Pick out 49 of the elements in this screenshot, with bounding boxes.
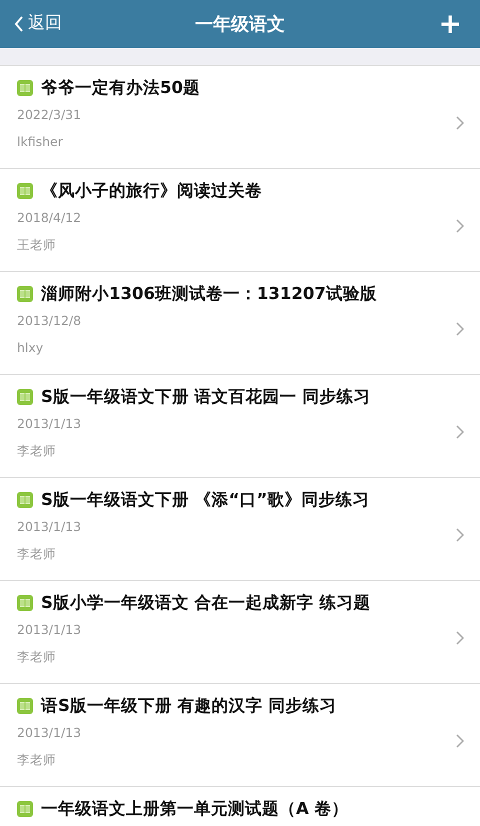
item-author: 李老师 [17,442,57,460]
item-date: 2013/1/13 [17,724,82,742]
item-author: hlxy [17,338,44,357]
item-date: 2013/1/13 [17,620,82,639]
item-title: S版小学一年级语文 合在一起成新字 练习题 [41,593,370,613]
document-icon [17,698,33,714]
chevron-icon [456,631,464,645]
chevron-icon [456,528,464,542]
item-date: 2013/1/13 [17,414,82,433]
document-icon [17,182,33,199]
list-item[interactable]: 爷爷一定有办法50题 2022/3/31 lkfisher [0,66,480,169]
item-author: lkfisher [17,132,64,151]
document-icon [17,388,33,405]
add-button[interactable]: + [428,10,472,38]
item-title: 语S版一年级下册 有趣的汉字 同步练习 [41,696,336,716]
item-date: 2013/12/8 [17,312,82,330]
chevron-icon [456,219,464,233]
item-author: 李老师 [17,544,57,563]
chevron-icon [456,425,464,439]
list-item[interactable]: 语S版一年级下册 有趣的汉字 同步练习 2013/1/13 李老师 [0,684,480,787]
list-item[interactable]: 淄师附小1306班测试卷一：131207试验版 2013/12/8 hlxy [0,272,480,375]
item-date: 2022/3/31 [17,106,82,124]
item-author: 王老师 [17,236,57,254]
item-title: 《风小子的旅行》阅读过关卷 [41,181,262,201]
chevron-icon [456,116,464,130]
list-item[interactable]: S版小学一年级语文 合在一起成新字 练习题 2013/1/13 李老师 [0,581,480,684]
page-title: 一年级语文 [195,12,285,36]
document-icon [17,80,33,96]
document-icon [17,594,33,611]
list-item[interactable]: S版一年级语文下册 语文百花园一 同步练习 2013/1/13 李老师 [0,375,480,478]
item-title: 一年级语文上册第一单元测试题（A 卷） [41,799,349,819]
item-author: 李老师 [17,648,57,666]
list-item[interactable]: 《风小子的旅行》阅读过关卷 2018/4/12 王老师 [0,169,480,272]
document-icon [17,492,33,508]
chevron-icon [456,734,464,748]
item-date: 2013/1/13 [17,518,82,536]
list-item[interactable]: S版一年级语文下册 《添“口”歌》同步练习 2013/1/13 李老师 [0,478,480,581]
document-icon [17,800,33,817]
list-item[interactable]: 一年级语文上册第一单元测试题（A 卷） [0,787,480,826]
item-date: 2018/4/12 [17,208,82,227]
back-icon [14,15,24,33]
chevron-icon [456,322,464,336]
back-button[interactable]: 返回 [8,11,68,37]
item-author: 李老师 [17,750,57,769]
document-icon [17,286,33,302]
item-title: S版一年级语文下册 《添“口”歌》同步练习 [41,490,370,510]
item-title: 爷爷一定有办法50题 [41,78,200,98]
item-title: S版一年级语文下册 语文百花园一 同步练习 [41,387,370,407]
item-title: 淄师附小1306班测试卷一：131207试验版 [41,284,377,304]
